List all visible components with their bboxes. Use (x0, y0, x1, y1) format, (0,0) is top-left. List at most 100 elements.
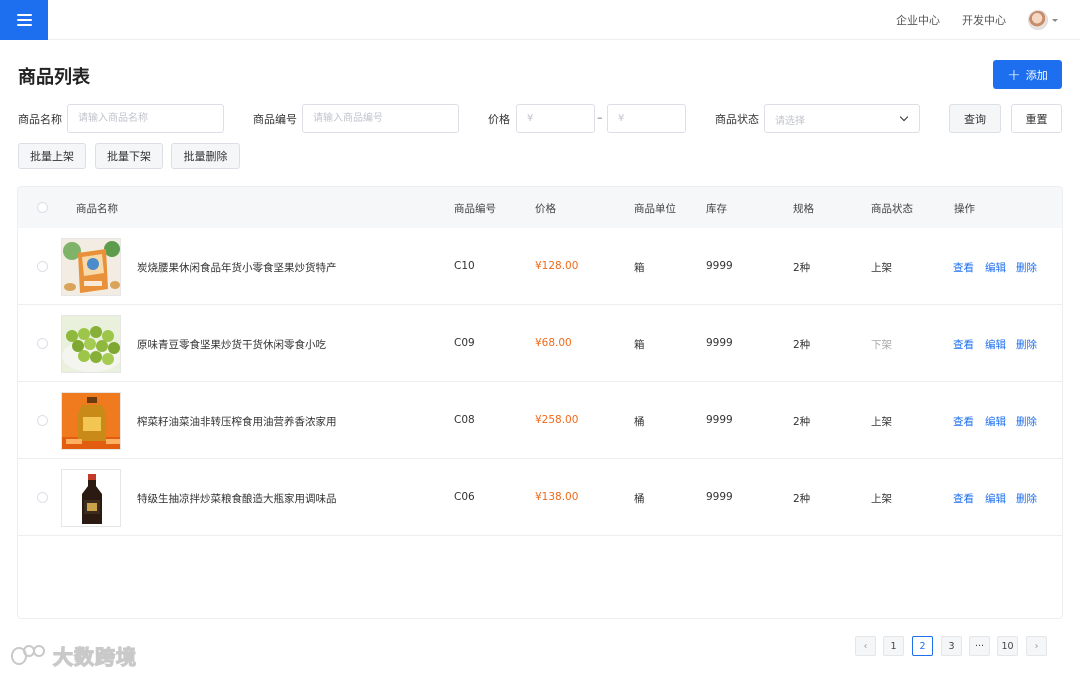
query-button[interactable]: 查询 (949, 104, 1001, 133)
price-max-input[interactable] (607, 104, 686, 133)
page-button-1[interactable]: 1 (883, 636, 904, 656)
product-price: ¥138.00 (535, 491, 579, 503)
edit-link[interactable]: 编辑 (985, 337, 1006, 352)
product-unit: 桶 (634, 416, 645, 428)
next-page-button[interactable]: › (1026, 636, 1047, 656)
product-thumbnail (61, 315, 121, 373)
nav-developer-center[interactable]: 开发中心 (962, 12, 1006, 28)
product-spec: 2种 (793, 262, 811, 274)
row-checkbox[interactable] (37, 338, 48, 349)
user-menu[interactable] (1028, 10, 1058, 30)
code-filter-label: 商品编号 (253, 113, 297, 126)
delete-link[interactable]: 删除 (1016, 337, 1037, 352)
cashew-bag-image (62, 239, 120, 295)
product-name: 特级生抽凉拌炒菜粮食酿造大瓶家用调味品 (137, 493, 337, 505)
reset-button[interactable]: 重置 (1011, 104, 1062, 133)
page-button-2[interactable]: 2 (912, 636, 933, 656)
product-price: ¥128.00 (535, 260, 579, 272)
product-name: 原味青豆零食坚果炒货干货休闲零食小吃 (137, 339, 326, 351)
col-code: 商品编号 (454, 203, 496, 215)
table-row: 原味青豆零食坚果炒货干货休闲零食小吃 C09 ¥68.00 箱 9999 2种 … (18, 305, 1062, 382)
view-link[interactable]: 查看 (953, 414, 974, 429)
name-filter-input[interactable] (67, 104, 224, 133)
price-range-separator: – (597, 111, 603, 124)
product-spec: 2种 (793, 493, 811, 505)
page-ellipsis[interactable]: ··· (969, 636, 990, 656)
page-button-3[interactable]: 3 (941, 636, 962, 656)
product-stock: 9999 (706, 491, 733, 503)
status-select[interactable]: 请选择 (764, 104, 920, 133)
product-code: C06 (454, 491, 475, 503)
product-unit: 箱 (634, 339, 645, 351)
product-code: C09 (454, 337, 475, 349)
product-thumbnail (61, 392, 121, 450)
view-link[interactable]: 查看 (953, 491, 974, 506)
delete-link[interactable]: 删除 (1016, 491, 1037, 506)
top-bar: 企业中心 开发中心 (0, 0, 1080, 40)
product-status: 上架 (871, 416, 892, 428)
name-filter-label: 商品名称 (18, 113, 62, 126)
add-product-button[interactable]: + 添加 (993, 60, 1062, 89)
col-spec: 规格 (793, 203, 814, 215)
plus-icon: + (1007, 64, 1021, 84)
product-spec: 2种 (793, 416, 811, 428)
price-filter-label: 价格 (488, 113, 510, 126)
soy-sauce-image (62, 470, 120, 526)
product-code: C08 (454, 414, 475, 426)
col-name: 商品名称 (76, 203, 118, 215)
watermark-logo-icon (9, 643, 49, 669)
table-row: 炭烧腰果休闲食品年货小零食坚果炒货特产 C10 ¥128.00 箱 9999 2… (18, 228, 1062, 305)
col-price: 价格 (535, 203, 556, 215)
product-stock: 9999 (706, 260, 733, 272)
caret-down-icon (1052, 18, 1058, 22)
hamburger-icon (16, 14, 32, 26)
status-filter-label: 商品状态 (715, 113, 759, 126)
prev-page-button[interactable]: ‹ (855, 636, 876, 656)
product-name: 炭烧腰果休闲食品年货小零食坚果炒货特产 (137, 262, 337, 274)
chevron-down-icon (899, 112, 909, 122)
table-row: 榨菜籽油菜油非转压榨食用油营养香浓家用 C08 ¥258.00 桶 9999 2… (18, 382, 1062, 459)
product-thumbnail (61, 469, 121, 527)
product-status: 上架 (871, 493, 892, 505)
col-actions: 操作 (954, 203, 975, 215)
nav-enterprise-center[interactable]: 企业中心 (896, 12, 940, 28)
edit-link[interactable]: 编辑 (985, 491, 1006, 506)
product-price: ¥258.00 (535, 414, 579, 426)
price-min-input[interactable] (516, 104, 595, 133)
row-checkbox[interactable] (37, 415, 48, 426)
page-button-10[interactable]: 10 (997, 636, 1018, 656)
product-status: 上架 (871, 262, 892, 274)
watermark-text: 大数跨境 (52, 644, 137, 669)
add-button-label: 添加 (1025, 68, 1048, 82)
product-thumbnail (61, 238, 121, 296)
watermark: 大数跨境 (9, 641, 137, 670)
oil-bottle-image (62, 393, 120, 449)
delete-link[interactable]: 删除 (1016, 414, 1037, 429)
table-row: 特级生抽凉拌炒菜粮食酿造大瓶家用调味品 C06 ¥138.00 桶 9999 2… (18, 459, 1062, 536)
view-link[interactable]: 查看 (953, 260, 974, 275)
row-checkbox[interactable] (37, 261, 48, 272)
code-filter-input[interactable] (302, 104, 459, 133)
avatar (1028, 10, 1048, 30)
edit-link[interactable]: 编辑 (985, 260, 1006, 275)
product-name: 榨菜籽油菜油非转压榨食用油营养香浓家用 (137, 416, 337, 428)
select-all-checkbox[interactable] (37, 202, 48, 213)
product-unit: 桶 (634, 493, 645, 505)
delete-link[interactable]: 删除 (1016, 260, 1037, 275)
menu-toggle-button[interactable] (0, 0, 48, 40)
product-stock: 9999 (706, 337, 733, 349)
view-link[interactable]: 查看 (953, 337, 974, 352)
product-unit: 箱 (634, 262, 645, 274)
edit-link[interactable]: 编辑 (985, 414, 1006, 429)
row-checkbox[interactable] (37, 492, 48, 503)
col-unit: 商品单位 (634, 203, 676, 215)
col-stock: 库存 (706, 203, 727, 215)
bulk-off-shelf-button[interactable]: 批量下架 (95, 143, 163, 169)
bulk-delete-button[interactable]: 批量删除 (171, 143, 240, 169)
page-title: 商品列表 (18, 67, 90, 88)
product-spec: 2种 (793, 339, 811, 351)
product-price: ¥68.00 (535, 337, 572, 349)
bulk-on-shelf-button[interactable]: 批量上架 (18, 143, 86, 169)
status-select-placeholder: 请选择 (775, 116, 805, 127)
product-table: 商品名称 商品编号 价格 商品单位 库存 规格 商品状态 操作 炭烧腰果休闲食品… (17, 186, 1063, 619)
